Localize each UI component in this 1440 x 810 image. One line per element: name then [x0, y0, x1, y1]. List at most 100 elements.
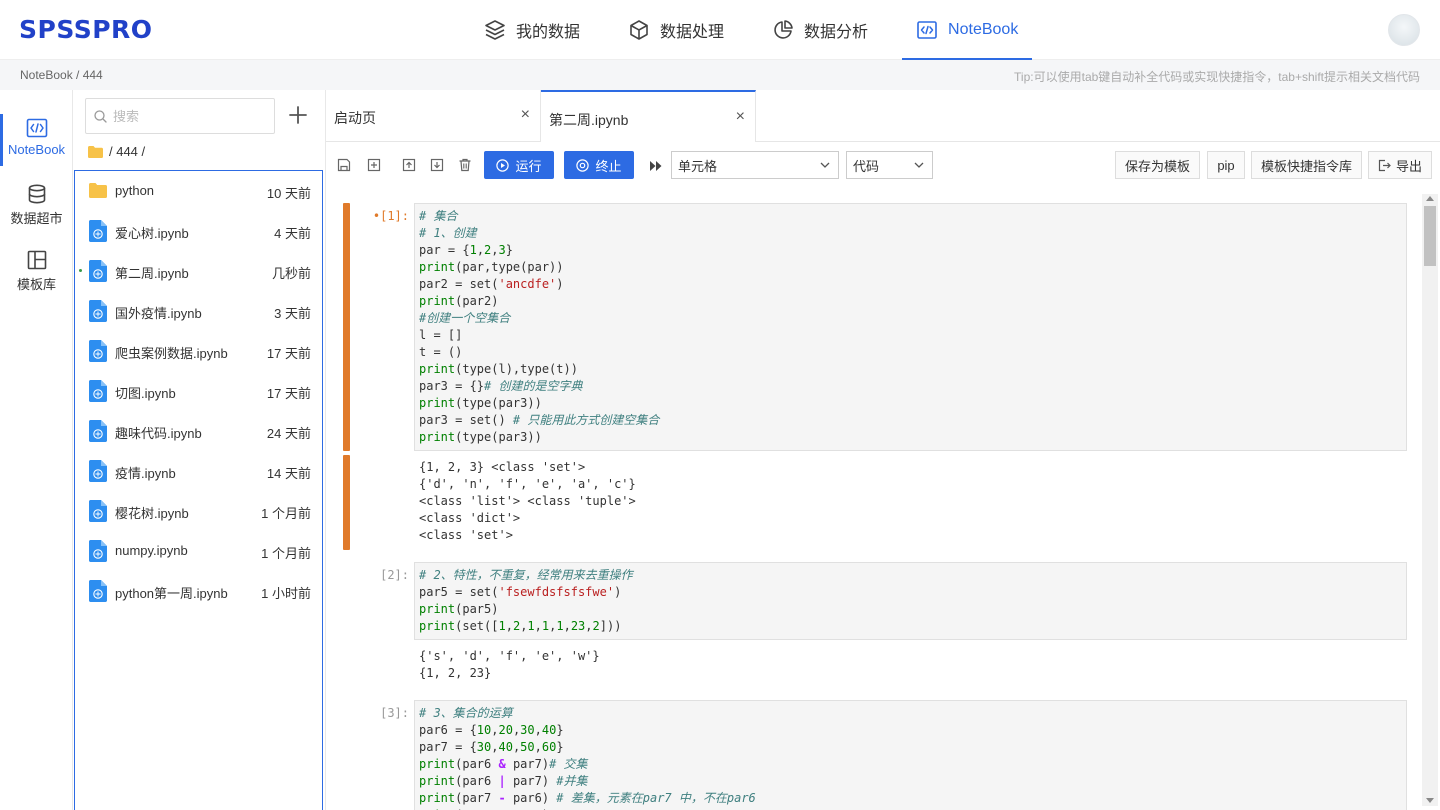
active-output-indicator — [343, 455, 350, 550]
run-button[interactable]: 运行 — [484, 151, 554, 179]
code-cell-input[interactable]: # 集合 # 1、创建 par = {1,2,3} print(par,type… — [414, 203, 1407, 451]
file-row[interactable]: 樱花树.ipynb 1 个月前 — [75, 491, 322, 531]
top-header: SPSSPRO 我的数据 数据处理 数据分析 NoteBook — [0, 0, 1440, 60]
file-row[interactable]: 爱心树.ipynb 4 天前 — [75, 211, 322, 251]
file-name: 切图.ipynb — [115, 386, 176, 401]
file-modified-time: 几秒前 — [271, 266, 311, 281]
stop-button[interactable]: 终止 — [564, 151, 634, 179]
layout-icon — [27, 250, 46, 270]
pip-button[interactable]: pip — [1207, 151, 1245, 179]
file-row[interactable]: numpy.ipynb 1 个月前 — [75, 531, 322, 571]
save-as-template-button[interactable]: 保存为模板 — [1115, 151, 1200, 179]
file-modified-time: 4 天前 — [274, 226, 311, 241]
file-modified-time: 17 天前 — [266, 346, 311, 361]
layers-icon — [485, 20, 505, 40]
file-row[interactable]: 爬虫案例数据.ipynb 17 天前 — [75, 331, 322, 371]
folder-icon — [89, 183, 107, 198]
file-name: 疫情.ipynb — [115, 466, 176, 481]
file-modified-time: 1 小时前 — [261, 586, 311, 601]
code-cell-input[interactable]: # 2、特性，不重复，经常用来去重操作 par5 = set('fsewfdsf… — [414, 562, 1407, 640]
nav-my-data[interactable]: 我的数据 — [470, 0, 594, 60]
user-avatar[interactable] — [1388, 14, 1420, 46]
file-list: python 10 天前爱心树.ipynb 4 天前第二周.ipynb 几秒前国外疫情… — [74, 170, 323, 810]
notebook-file-icon — [89, 220, 107, 242]
notebook-cells: •[1]: # 集合 # 1、创建 par = {1,2,3} print(par… — [326, 188, 1440, 810]
notebook-file-icon — [89, 340, 107, 362]
close-icon[interactable]: × — [736, 109, 745, 125]
file-modified-time: 14 天前 — [266, 466, 311, 481]
code-icon — [26, 118, 47, 138]
notebook-file-icon — [89, 500, 107, 522]
path-text: / 444 / — [109, 144, 146, 159]
tab-bar: 启动页 × 第二周.ipynb × — [326, 90, 1440, 142]
scroll-down-icon[interactable] — [1426, 798, 1434, 803]
rail-label: 数据超市 — [10, 211, 63, 226]
play-circle-icon — [496, 158, 510, 172]
file-name: python第一周.ipynb — [115, 586, 228, 601]
search-icon — [94, 109, 107, 123]
move-down-icon[interactable] — [430, 158, 444, 172]
notebook-file-icon — [89, 580, 107, 602]
rail-label: NoteBook — [7, 142, 66, 157]
move-up-icon[interactable] — [402, 158, 416, 172]
app-logo[interactable]: SPSSPRO — [19, 15, 153, 44]
add-cell-icon[interactable] — [367, 158, 381, 172]
nav-data-analysis[interactable]: 数据分析 — [758, 0, 882, 60]
tab-notebook[interactable]: 第二周.ipynb × — [541, 90, 756, 142]
delete-icon[interactable] — [458, 158, 472, 172]
shortcut-library-button[interactable]: 模板快捷指令库 — [1251, 151, 1362, 179]
file-name: 樱花树.ipynb — [115, 506, 189, 521]
nav-data-processing[interactable]: 数据处理 — [614, 0, 738, 60]
notebook-file-icon — [89, 260, 107, 282]
nav-notebook[interactable]: NoteBook — [902, 0, 1033, 60]
select-value: 单元格 — [678, 158, 718, 174]
notebook-file-icon — [89, 420, 107, 442]
rail-label: 模板库 — [16, 277, 56, 292]
export-icon — [1378, 159, 1391, 171]
main-area: 启动页 × 第二周.ipynb × 运行 终止 单元格 代码 保存为模板 pip… — [325, 90, 1440, 810]
file-row[interactable]: 国外疫情.ipynb 3 天前 — [75, 291, 322, 331]
search-box — [85, 98, 275, 134]
notebook-file-icon — [89, 460, 107, 482]
file-modified-time: 1 个月前 — [261, 546, 311, 561]
scroll-up-icon[interactable] — [1426, 196, 1434, 201]
code-cell-input[interactable]: # 3、集合的运算 par6 = {10,20,30,40} par7 = {3… — [414, 700, 1407, 810]
save-icon[interactable] — [337, 158, 351, 172]
search-input[interactable] — [113, 108, 263, 124]
vertical-scrollbar[interactable] — [1422, 194, 1438, 806]
add-file-icon[interactable] — [287, 104, 309, 126]
code-cell-output: {'s', 'd', 'f', 'e', 'w'} {1, 2, 23} — [419, 649, 600, 680]
select-value: 代码 — [853, 158, 880, 174]
file-row[interactable]: 趣味代码.ipynb 24 天前 — [75, 411, 322, 451]
rail-item-templates[interactable]: 模板库 — [0, 250, 73, 293]
nav-label: 数据分析 — [804, 24, 869, 41]
folder-icon — [88, 145, 103, 158]
shortcut-tip: Tip:可以使用tab键自动补全代码或实现快捷指令，tab+shift提示相关文… — [1014, 70, 1420, 84]
close-icon[interactable]: × — [521, 107, 530, 123]
export-label: 导出 — [1395, 158, 1422, 174]
open-indicator — [79, 269, 82, 272]
export-button[interactable]: 导出 — [1368, 151, 1432, 179]
cell-type-select[interactable]: 代码 — [846, 151, 933, 179]
tab-label: 第二周.ipynb — [549, 112, 629, 128]
nav-label: 我的数据 — [516, 24, 581, 41]
file-row[interactable]: python第一周.ipynb 1 小时前 — [75, 571, 322, 611]
file-name: 爱心树.ipynb — [115, 226, 189, 241]
tab-launcher[interactable]: 启动页 × — [326, 90, 541, 142]
rail-item-data-market[interactable]: 数据超市 — [0, 184, 73, 227]
file-row[interactable]: 疫情.ipynb 14 天前 — [75, 451, 322, 491]
scroll-thumb[interactable] — [1424, 206, 1436, 266]
run-label: 运行 — [515, 158, 542, 174]
chevron-down-icon — [914, 162, 924, 168]
file-row[interactable]: python 10 天前 — [75, 171, 322, 211]
fast-forward-icon[interactable] — [649, 159, 663, 173]
file-name: 第二周.ipynb — [115, 266, 189, 281]
left-rail: NoteBook 数据超市 模板库 — [0, 90, 73, 810]
file-row[interactable]: 第二周.ipynb 几秒前 — [75, 251, 322, 291]
file-name: 爬虫案例数据.ipynb — [115, 346, 228, 361]
cell-mode-select[interactable]: 单元格 — [671, 151, 839, 179]
current-path: / 444 / — [88, 144, 145, 159]
cell-prompt: •[1]: — [372, 209, 409, 223]
rail-item-notebook[interactable]: NoteBook — [0, 114, 73, 166]
file-row[interactable]: 切图.ipynb 17 天前 — [75, 371, 322, 411]
